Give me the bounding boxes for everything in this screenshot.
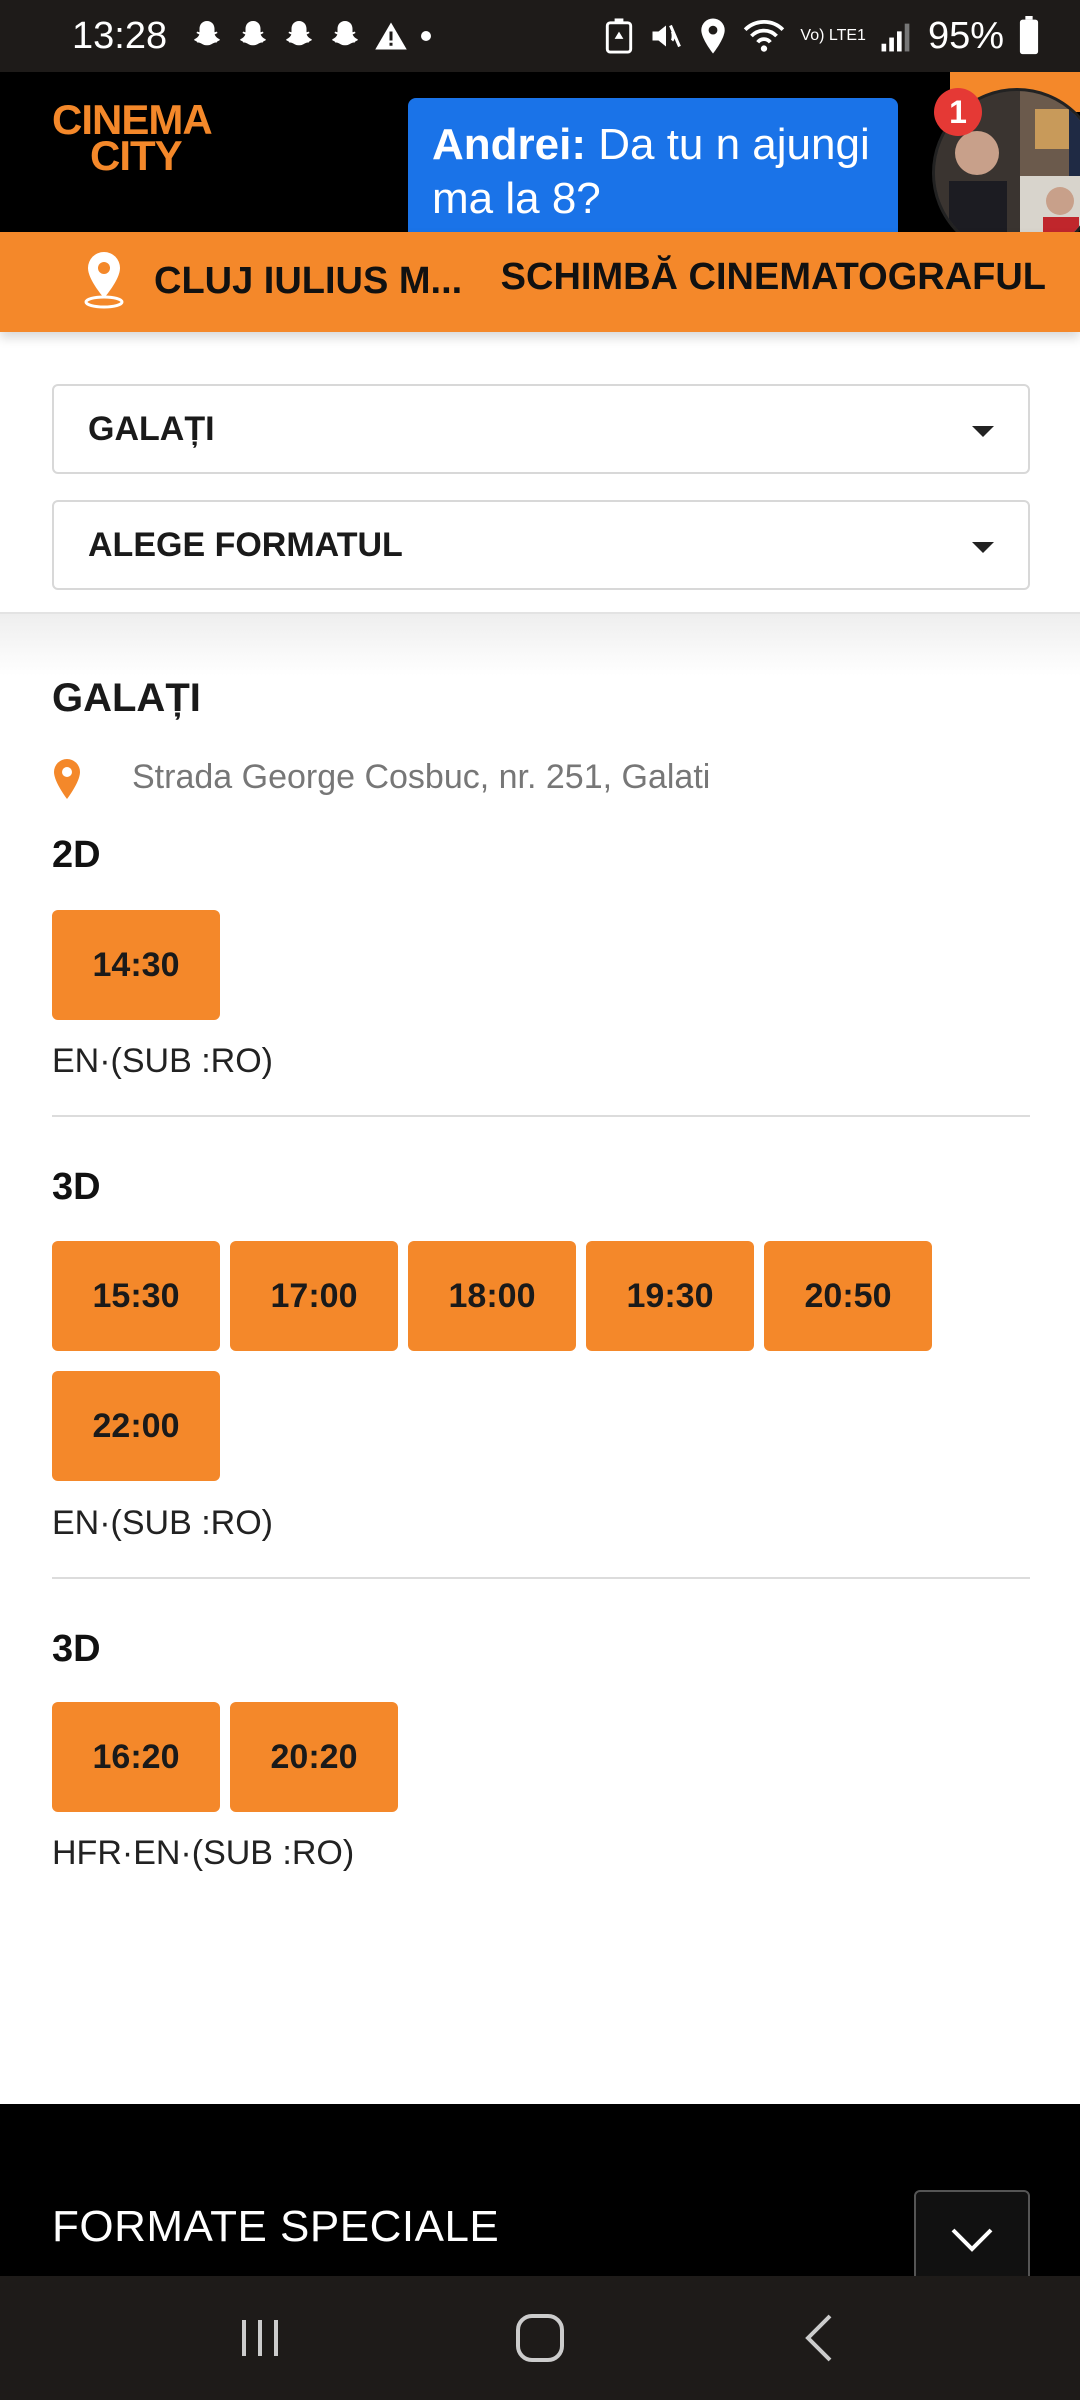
location-icon (701, 18, 726, 54)
showtime-button[interactable]: 18:00 (408, 1241, 576, 1351)
battery-icon (1019, 16, 1039, 55)
status-time: 13:28 (72, 14, 168, 57)
chevron-down-icon (972, 542, 994, 553)
showtime-button[interactable]: 20:50 (764, 1241, 932, 1351)
system-icons: Vo) LTE1 95% (604, 15, 1040, 58)
format-select[interactable]: ALEGE FORMATUL (52, 500, 1030, 590)
mute-icon (652, 24, 682, 48)
expand-button[interactable] (914, 2190, 1030, 2290)
chevron-down-icon (951, 2228, 993, 2252)
volte-label: Vo) LTE1 (800, 27, 866, 44)
format-select-value: ALEGE FORMATUL (88, 525, 403, 564)
chat-badge: 1 (934, 88, 982, 136)
chat-sender: Andrei: (432, 120, 586, 169)
snapchat-icon (332, 21, 358, 46)
change-cinema-link[interactable]: SCHIMBĂ CINEMATOGRAFUL (501, 256, 1046, 299)
home-button[interactable] (495, 2293, 585, 2383)
current-cinema-name[interactable]: CLUJ IULIUS M... (154, 260, 462, 303)
chevron-down-icon (972, 426, 994, 437)
language-info: EN·(SUB :RO) (52, 1042, 273, 1080)
city-select[interactable]: GALAȚI (52, 384, 1030, 474)
format-label: 3D (52, 1628, 101, 1670)
footer: FORMATE SPECIALE (0, 2104, 1080, 2290)
showtimes-list: 15:30 17:00 18:00 19:30 20:50 22:00 (52, 1241, 1012, 1481)
special-formats-heading[interactable]: FORMATE SPECIALE (52, 2202, 499, 2252)
location-pin-icon (84, 252, 124, 309)
back-icon (805, 2314, 832, 2362)
status-bar: 13:28 Vo) LTE1 95% (0, 0, 1080, 72)
wifi-icon (744, 20, 785, 52)
location-bar: CLUJ IULIUS M... SCHIMBĂ CINEMATOGRAFUL (0, 232, 1080, 332)
divider (52, 1115, 1030, 1117)
notification-icons (189, 18, 433, 54)
showtime-button[interactable]: 19:30 (586, 1241, 754, 1351)
battery-percent: 95% (927, 14, 1004, 57)
cinema-title: GALAȚI (52, 676, 201, 720)
warning-icon (375, 22, 407, 50)
showtimes-list: 16:20 20:20 (52, 1702, 1012, 1812)
showtime-button[interactable]: 14:30 (52, 910, 220, 1020)
showtime-button[interactable]: 20:20 (230, 1702, 398, 1812)
chat-notification-bubble[interactable]: Andrei: Da tu n ajungi ma la 8? (408, 98, 898, 246)
showtime-button[interactable]: 15:30 (52, 1241, 220, 1351)
snapchat-icon (286, 21, 312, 46)
map-pin-icon (54, 759, 80, 799)
recent-apps-button[interactable] (215, 2293, 305, 2383)
signal-icon (881, 23, 910, 52)
showtimes-list: 14:30 (52, 910, 1012, 1020)
battery-saver-icon (606, 18, 633, 54)
language-info: HFR·EN·(SUB :RO) (52, 1834, 355, 1872)
showtime-button[interactable]: 22:00 (52, 1371, 220, 1481)
cinema-address[interactable]: Strada George Cosbuc, nr. 251, Galati (132, 758, 710, 797)
home-icon (516, 2314, 564, 2362)
dot-icon (421, 31, 432, 41)
system-nav-bar (0, 2276, 1080, 2400)
snapchat-icon (240, 21, 266, 46)
format-label: 2D (52, 834, 101, 876)
section-divider (0, 612, 1080, 676)
divider (52, 1577, 1030, 1579)
showtime-button[interactable]: 16:20 (52, 1702, 220, 1812)
showtime-button[interactable]: 17:00 (230, 1241, 398, 1351)
format-label: 3D (52, 1166, 101, 1208)
recent-apps-icon (242, 2320, 278, 2356)
back-button[interactable] (775, 2293, 865, 2383)
city-select-value: GALAȚI (88, 409, 215, 448)
snapchat-icon (194, 21, 220, 46)
cinema-city-logo[interactable]: CINEMA CITY (52, 99, 213, 192)
language-info: EN·(SUB :RO) (52, 1504, 273, 1542)
